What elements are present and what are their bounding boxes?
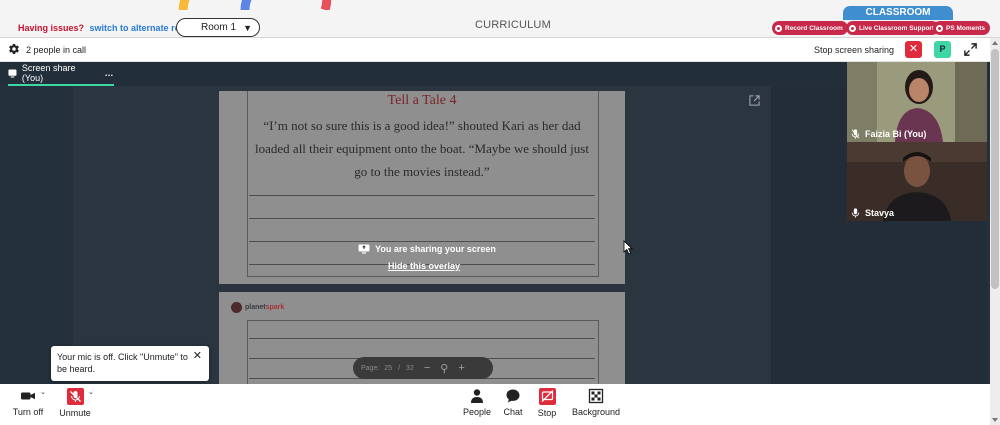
brand-logo-icon <box>231 302 242 313</box>
avatar[interactable]: P <box>934 41 951 58</box>
participant-name: Stavya <box>851 208 894 218</box>
toast-close-icon[interactable]: ✕ <box>193 350 202 362</box>
room-select-value: Room 1 <box>201 22 237 33</box>
camera-icon <box>21 392 35 400</box>
participant-tile[interactable]: Stavya <box>847 142 987 221</box>
app-root: Having issues? switch to alternate room … <box>0 0 1000 425</box>
shared-screen: Tell a Tale 4 “I’m not so sure this is a… <box>73 86 840 384</box>
background-button-label: Background <box>571 407 621 417</box>
record-classroom-button[interactable]: Record Classroom <box>772 21 848 35</box>
toast-message: Your mic is off. Click "Unmute" to be he… <box>57 352 188 374</box>
people-button-label: People <box>462 407 492 417</box>
stop-share-icon <box>538 388 556 405</box>
brand-name-a: planet <box>245 304 266 311</box>
stop-share-button-label: Stop <box>537 408 557 418</box>
classroom-tab[interactable]: CLASSROOM <box>843 6 953 20</box>
stop-sharing-button[interactable]: ✕ <box>905 41 922 58</box>
issues-label: Having issues? <box>18 23 85 33</box>
stop-share-button[interactable]: Stop <box>534 388 560 418</box>
chat-button-label: Chat <box>503 407 523 417</box>
brand-name-b: spark <box>265 304 285 311</box>
mic-off-icon <box>66 388 84 405</box>
sharing-overlay: You are sharing your screen Hide this ov… <box>358 244 518 271</box>
close-icon: ✕ <box>908 43 919 55</box>
shared-document: Tell a Tale 4 “I’m not so sure this is a… <box>218 86 628 384</box>
unmute-button-label: Unmute <box>59 408 91 418</box>
live-support-button[interactable]: Live Classroom Support <box>846 21 940 35</box>
writing-line <box>249 218 595 219</box>
ps-moments-label: PS Moments <box>946 24 986 32</box>
empty-tile-area <box>847 221 987 384</box>
chevron-down-icon[interactable]: ⌄ <box>40 388 46 396</box>
chevron-down-icon: ▼ <box>243 22 252 33</box>
background-icon <box>588 388 604 404</box>
room-select[interactable]: Room 1 ▼ <box>176 18 260 37</box>
search-icon[interactable]: ⚲ <box>440 362 448 375</box>
brand-logo: planet spark <box>231 302 284 313</box>
stage-tab-bar: Screen share (You) … <box>0 62 990 86</box>
people-icon <box>471 389 483 403</box>
sharing-overlay-text: You are sharing your screen <box>375 244 496 254</box>
side-panel <box>771 86 847 384</box>
page-navigator: Page: 25 / 32 − ⚲ + <box>353 357 493 379</box>
page-title: Tell a Tale 4 <box>387 93 457 108</box>
logo-icon <box>178 0 332 10</box>
mic-off-icon <box>851 129 860 139</box>
background-button[interactable]: Background <box>569 388 623 417</box>
pager-current[interactable]: 25 <box>384 365 392 372</box>
moments-icon <box>936 24 943 32</box>
ps-moments-button[interactable]: PS Moments <box>933 21 991 35</box>
call-controls: Turn off ⌄ Unmute ⌄ People Chat Stop Bac… <box>0 384 990 425</box>
participant-name-label: Stavya <box>865 208 895 218</box>
record-icon <box>775 24 782 32</box>
writing-line <box>249 195 595 196</box>
more-options-icon[interactable]: … <box>105 68 115 78</box>
gear-icon[interactable] <box>8 43 20 55</box>
writing-line <box>249 338 595 339</box>
pager-label: Page: <box>361 364 380 372</box>
pager-total: 32 <box>406 364 414 372</box>
screen-share-icon <box>8 68 17 78</box>
pager-separator: / <box>398 364 401 372</box>
mic-icon <box>851 208 860 218</box>
issues-notice: Having issues? switch to alternate room <box>18 23 194 33</box>
zoom-out-icon[interactable]: − <box>424 362 430 374</box>
chevron-down-icon[interactable]: ⌄ <box>88 388 94 396</box>
people-count: 2 people in call <box>26 45 87 55</box>
tab-screen-share[interactable]: Screen share (You) … <box>8 62 114 86</box>
support-icon <box>849 24 856 32</box>
chat-icon <box>506 389 520 403</box>
top-bar: Having issues? switch to alternate room … <box>0 0 1000 38</box>
scroll-down-icon[interactable] <box>992 418 998 422</box>
story-text: “I’m not so sure this is a good idea!” s… <box>255 118 589 179</box>
section-title: CURRICULUM <box>475 19 551 31</box>
scrollbar-thumb[interactable] <box>991 49 999 289</box>
tab-screen-share-label: Screen share (You) <box>21 63 76 83</box>
mouse-cursor-icon <box>623 240 633 255</box>
zoom-in-icon[interactable]: + <box>458 362 464 374</box>
hide-overlay-link[interactable]: Hide this overlay <box>388 261 518 271</box>
participant-name-label: Faizia Bi (You) <box>865 129 927 139</box>
sharing-overlay-message: You are sharing your screen <box>358 244 518 254</box>
screen-share-icon <box>358 244 370 254</box>
scroll-up-icon[interactable] <box>992 41 998 45</box>
fullscreen-icon[interactable] <box>963 42 978 57</box>
call-stage: Screen share (You) … Tell a Tale 4 “I’m … <box>0 62 990 384</box>
popout-icon[interactable] <box>749 95 760 106</box>
page-scrollbar[interactable] <box>990 38 1000 425</box>
participant-tile[interactable]: Faizia Bi (You) <box>847 62 987 142</box>
live-support-label: Live Classroom Support <box>859 24 935 32</box>
people-button[interactable]: People <box>460 388 494 417</box>
writing-line <box>249 241 595 242</box>
camera-button-label: Turn off <box>12 407 44 417</box>
participant-name: Faizia Bi (You) <box>851 129 926 139</box>
chat-button[interactable]: Chat <box>500 388 526 417</box>
stop-sharing-label: Stop screen sharing <box>814 45 895 55</box>
record-classroom-label: Record Classroom <box>785 24 843 32</box>
mic-off-toast: Your mic is off. Click "Unmute" to be he… <box>51 346 209 381</box>
call-header: 2 people in call Stop screen sharing ✕ P <box>0 38 990 62</box>
